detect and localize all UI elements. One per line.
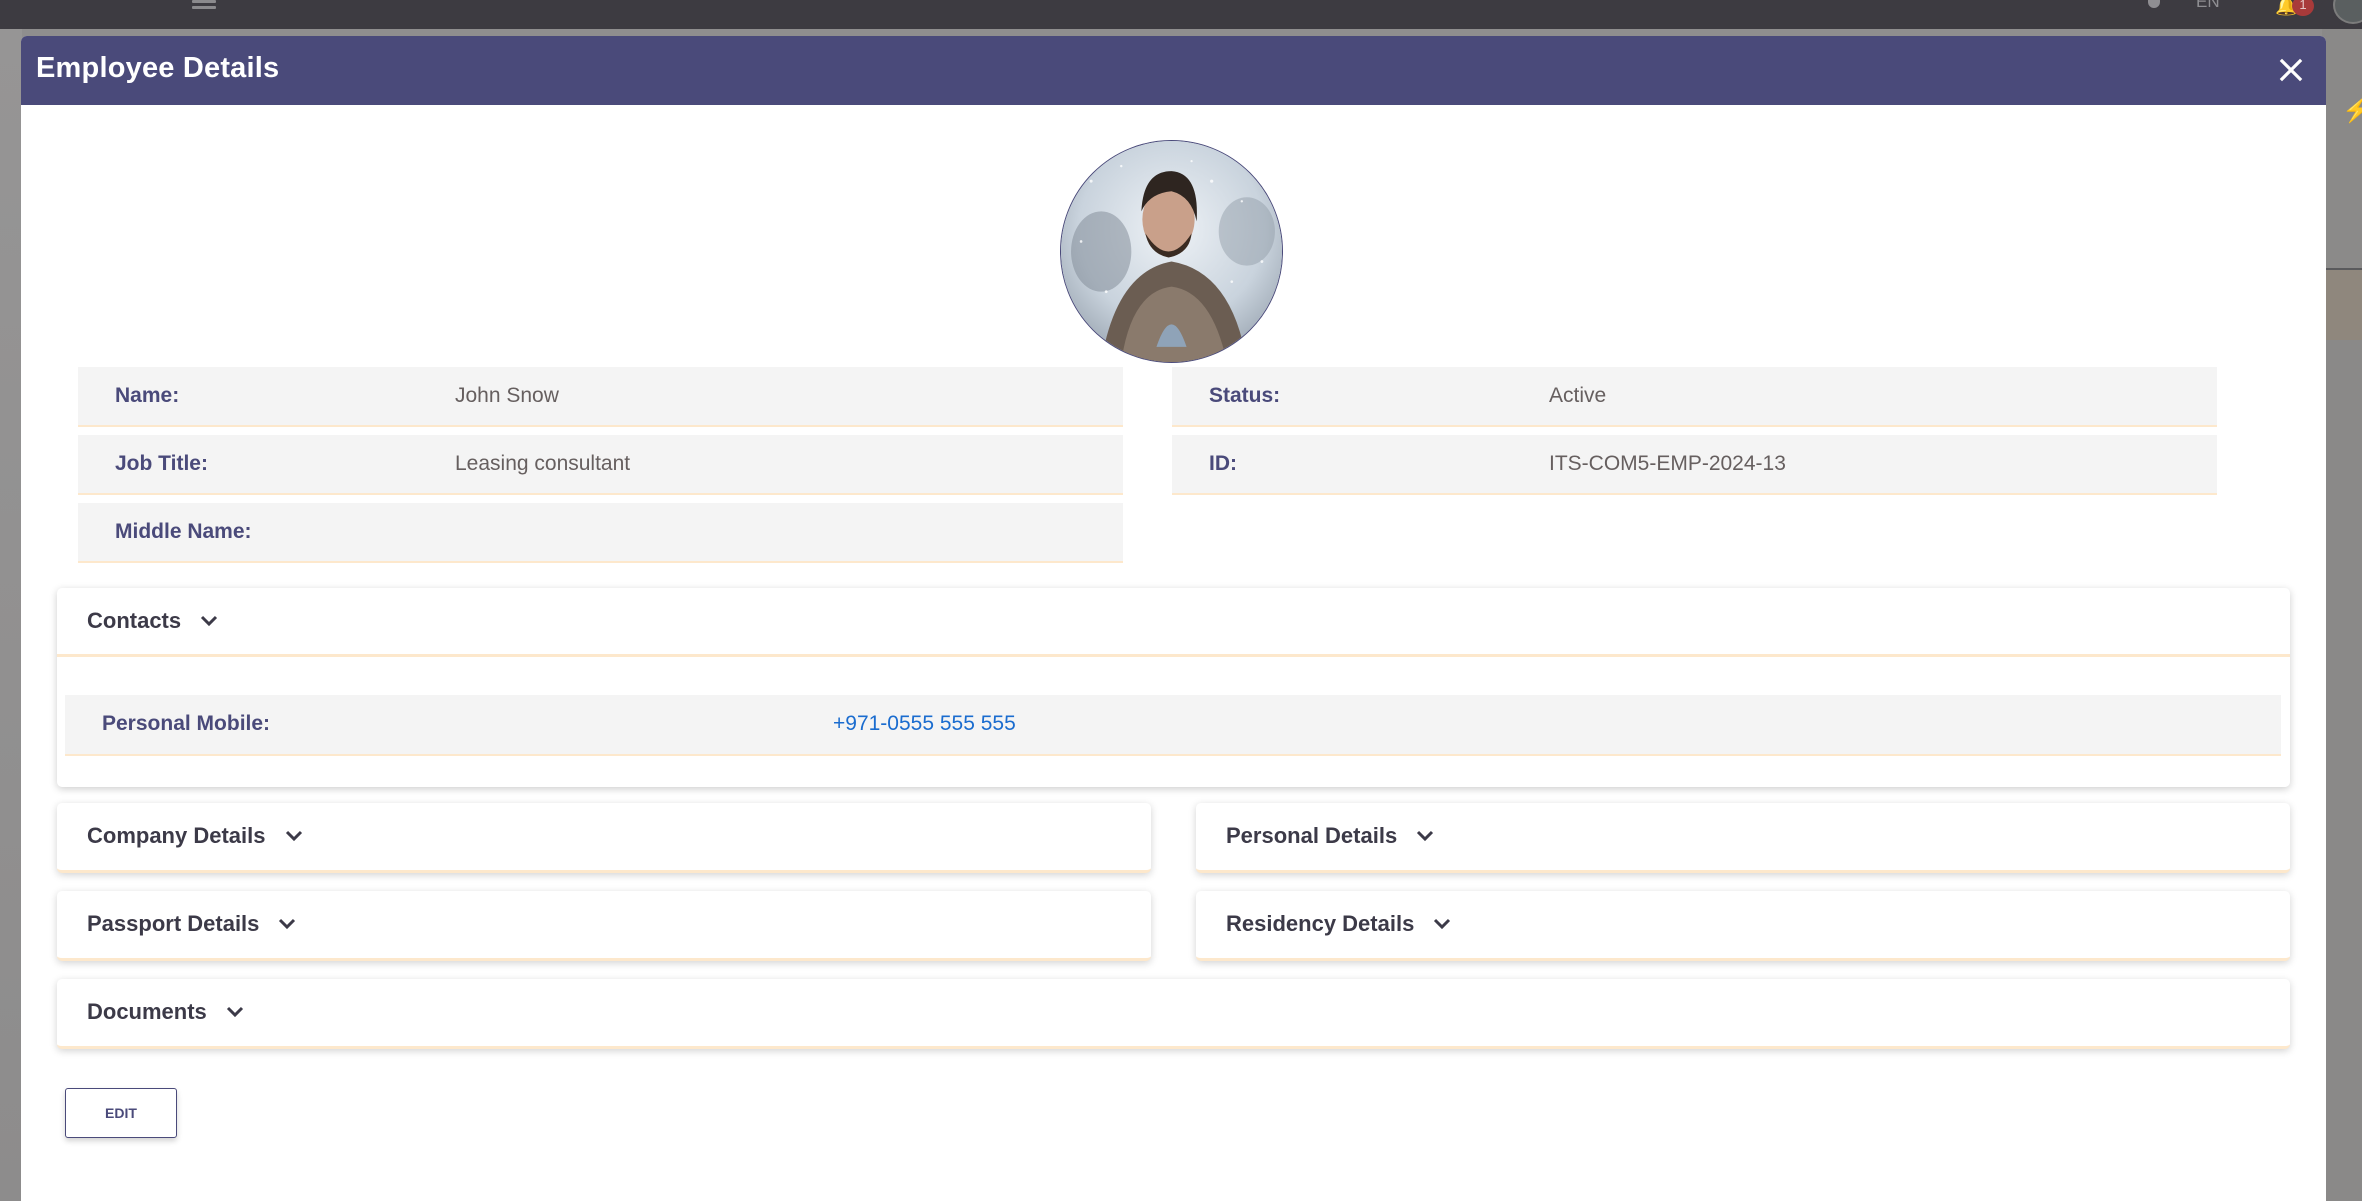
field-job-title: Job Title: Leasing consultant bbox=[78, 435, 1123, 495]
field-status: Status: Active bbox=[1172, 367, 2217, 427]
panel-residency-details[interactable]: Residency Details bbox=[1196, 891, 2290, 961]
field-value: ITS-COM5-EMP-2024-13 bbox=[1549, 452, 1786, 475]
field-label: Status: bbox=[1209, 384, 1281, 407]
panel-title-text: Passport Details bbox=[87, 911, 260, 936]
panel-title: Personal Details bbox=[1226, 823, 1434, 849]
panel-passport-details[interactable]: Passport Details bbox=[57, 891, 1151, 961]
edit-button[interactable]: EDIT bbox=[65, 1088, 177, 1138]
field-label: ID: bbox=[1209, 452, 1237, 475]
panel-documents[interactable]: Documents bbox=[57, 979, 2290, 1049]
employee-details-modal: Employee Details Name: John Snow Job Tit… bbox=[21, 36, 2326, 1201]
lightning-icon: ⚡ bbox=[2342, 97, 2362, 124]
panel-title: Documents bbox=[87, 999, 244, 1025]
contacts-title: Contacts bbox=[87, 608, 182, 633]
user-avatar[interactable] bbox=[2333, 0, 2362, 24]
field-middle-name: Middle Name: bbox=[78, 503, 1123, 563]
close-icon bbox=[2279, 58, 2303, 82]
field-label: Job Title: bbox=[115, 452, 208, 475]
chevron-down-icon bbox=[1433, 918, 1451, 930]
backdrop-left bbox=[0, 29, 22, 1201]
field-name: Name: John Snow bbox=[78, 367, 1123, 427]
panel-title-text: Residency Details bbox=[1226, 911, 1415, 936]
panel-title-text: Personal Details bbox=[1226, 823, 1398, 848]
chevron-down-icon bbox=[285, 830, 303, 842]
panel-title: Passport Details bbox=[87, 911, 296, 937]
menu-icon[interactable] bbox=[192, 0, 216, 10]
contacts-panel-header[interactable]: Contacts bbox=[57, 588, 2290, 657]
field-value: John Snow bbox=[455, 384, 559, 407]
close-button[interactable] bbox=[2276, 55, 2306, 85]
panel-title: Residency Details bbox=[1226, 911, 1451, 937]
panel-title-text: Company Details bbox=[87, 823, 266, 848]
chevron-down-icon bbox=[226, 1006, 244, 1018]
panel-title: Contacts bbox=[87, 608, 218, 634]
modal-title: Employee Details bbox=[36, 52, 280, 84]
field-value: Leasing consultant bbox=[455, 452, 631, 475]
language-selector[interactable]: EN bbox=[2196, 0, 2220, 12]
field-label: Middle Name: bbox=[115, 520, 252, 543]
employee-photo bbox=[1060, 140, 1283, 363]
notification-badge: 1 bbox=[2292, 0, 2314, 16]
panel-personal-details[interactable]: Personal Details bbox=[1196, 803, 2290, 873]
contact-row-personal-mobile: Personal Mobile: +971-0555 555 555 bbox=[65, 695, 2281, 756]
employee-photo-image bbox=[1061, 141, 1282, 362]
panel-title-text: Documents bbox=[87, 999, 207, 1024]
field-id: ID: ITS-COM5-EMP-2024-13 bbox=[1172, 435, 2217, 495]
panel-company-details[interactable]: Company Details bbox=[57, 803, 1151, 873]
status-dot-icon bbox=[2148, 0, 2160, 8]
app-top-bar: EN 🔔 1 bbox=[0, 0, 2362, 29]
backdrop-band bbox=[2326, 140, 2362, 268]
contacts-panel: Contacts Personal Mobile: +971-0555 555 … bbox=[57, 588, 2290, 787]
phone-link[interactable]: +971-0555 555 555 bbox=[833, 712, 1016, 736]
chevron-down-icon bbox=[200, 615, 218, 627]
field-value: Active bbox=[1549, 384, 1607, 407]
backdrop-band bbox=[2326, 270, 2362, 340]
chevron-down-icon bbox=[278, 918, 296, 930]
modal-header: Employee Details bbox=[21, 36, 2326, 105]
chevron-down-icon bbox=[1416, 830, 1434, 842]
contact-label: Personal Mobile: bbox=[102, 712, 271, 735]
field-label: Name: bbox=[115, 384, 180, 407]
panel-title: Company Details bbox=[87, 823, 303, 849]
